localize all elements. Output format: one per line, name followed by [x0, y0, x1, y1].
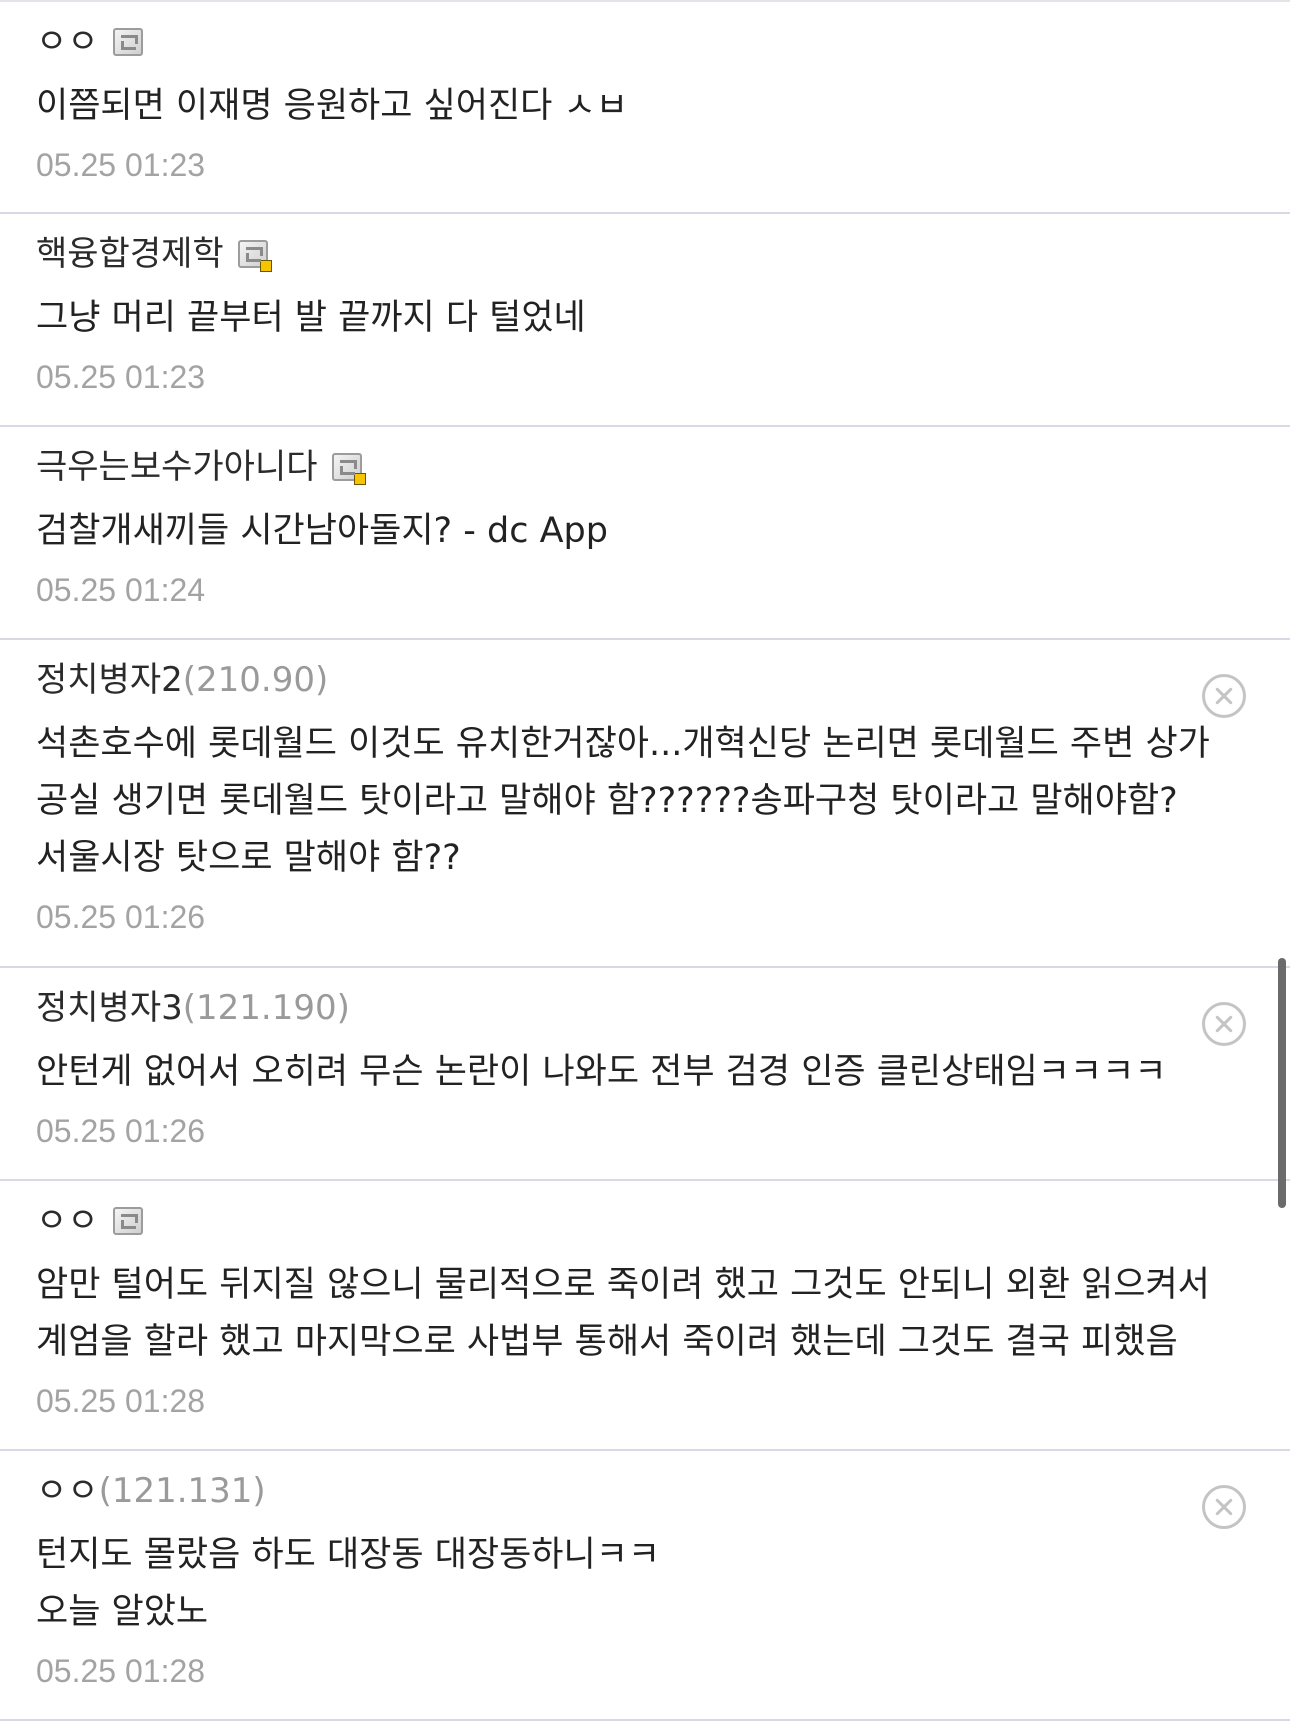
- comment-item: 극우는보수가아니다 검찰개새끼들 시간남아돌지? - dc App 05.25 …: [0, 427, 1290, 640]
- comment-author[interactable]: 핵융합경제학: [36, 230, 224, 278]
- comment-body: 암만 털어도 뒤지질 않으니 물리적으로 죽이려 했고 그것도 안되니 외환 읽…: [36, 1265, 1210, 1362]
- comment-body: 턴지도 몰랐음 하도 대장동 대장동하니ㅋㅋ 오늘 알았노: [36, 1527, 1250, 1641]
- close-circle-icon[interactable]: [1202, 1485, 1246, 1529]
- comment-item: 정치병자2 (210.90) 석촌호수에 롯데월드 이것도 유치한거잖아...개…: [0, 640, 1290, 968]
- comment-body: 안턴게 없어서 오히려 무슨 논란이 나와도 전부 검경 인증 클린상태임ㅋㅋㅋ…: [36, 1052, 1167, 1092]
- comment-author[interactable]: ㅇㅇ: [36, 1197, 99, 1245]
- close-circle-icon[interactable]: [1202, 1002, 1246, 1046]
- comment-body-line: 턴지도 몰랐음 하도 대장동 대장동하니ㅋㅋ: [36, 1535, 661, 1575]
- comment-author-line: 정치병자2 (210.90): [36, 656, 1250, 704]
- comment-date: 05.25 01:28: [36, 1383, 206, 1419]
- comment-item: 정치병자3 (121.190) 안턴게 없어서 오히려 무슨 논란이 나와도 전…: [0, 968, 1290, 1181]
- close-circle-icon[interactable]: [1202, 674, 1246, 718]
- comment-date: 05.25 01:26: [36, 899, 206, 935]
- comment-author[interactable]: 극우는보수가아니다: [36, 443, 318, 491]
- comment-ip: (210.90): [182, 660, 329, 700]
- comment-author-line: 핵융합경제학: [36, 230, 1250, 278]
- comment-item: 핵융합경제학 그냥 머리 끝부터 발 끝까지 다 털었네 05.25 01:23: [0, 214, 1290, 427]
- comment-author[interactable]: ㅇㅇ: [36, 1467, 99, 1515]
- comment-item: ㅇㅇ 암만 털어도 뒤지질 않으니 물리적으로 죽이려 했고 그것도 안되니 외…: [0, 1181, 1290, 1451]
- gallery-member-icon: [112, 28, 143, 56]
- comment-date: 05.25 01:26: [36, 1113, 206, 1149]
- comment-ip: (121.131): [98, 1471, 266, 1511]
- comment-author-line: 극우는보수가아니다: [36, 443, 1250, 491]
- fixed-member-icon: [331, 453, 366, 485]
- comment-ip: (121.190): [182, 988, 350, 1028]
- comment-body: 이쯤되면 이재명 응원하고 싶어진다 ㅅㅂ: [36, 86, 628, 126]
- comment-body-line: 오늘 알았노: [36, 1592, 209, 1632]
- comment-date: 05.25 01:24: [36, 572, 206, 608]
- comment-author[interactable]: 정치병자2: [36, 656, 183, 704]
- comment-date: 05.25 01:28: [36, 1653, 206, 1689]
- comment-author-line: ㅇㅇ: [36, 1197, 1250, 1245]
- comment-author-line: ㅇㅇ (121.131): [36, 1467, 1250, 1515]
- comment-date: 05.25 01:23: [36, 147, 206, 183]
- comment-author-line: ㅇㅇ: [36, 18, 1250, 66]
- comment-author[interactable]: ㅇㅇ: [36, 18, 99, 66]
- comment-body: 검찰개새끼들 시간남아돌지? - dc App: [36, 511, 608, 551]
- comment-body: 그냥 머리 끝부터 발 끝까지 다 털었네: [36, 298, 586, 338]
- comment-author[interactable]: 정치병자3: [36, 984, 183, 1032]
- comment-date: 05.25 01:23: [36, 359, 206, 395]
- gallery-member-icon: [112, 1207, 143, 1235]
- comment-item: ㅇㅇ 이쯤되면 이재명 응원하고 싶어진다 ㅅㅂ 05.25 01:23: [0, 2, 1290, 214]
- scrollbar-thumb[interactable]: [1278, 958, 1286, 1208]
- comment-author-line: 정치병자3 (121.190): [36, 984, 1250, 1032]
- fixed-member-icon: [237, 240, 272, 272]
- comment-item: ㅇㅇ (121.131) 턴지도 몰랐음 하도 대장동 대장동하니ㅋㅋ 오늘 알…: [0, 1451, 1290, 1721]
- comment-body: 석촌호수에 롯데월드 이것도 유치한거잖아...개혁신당 논리면 롯데월드 주변…: [36, 724, 1210, 878]
